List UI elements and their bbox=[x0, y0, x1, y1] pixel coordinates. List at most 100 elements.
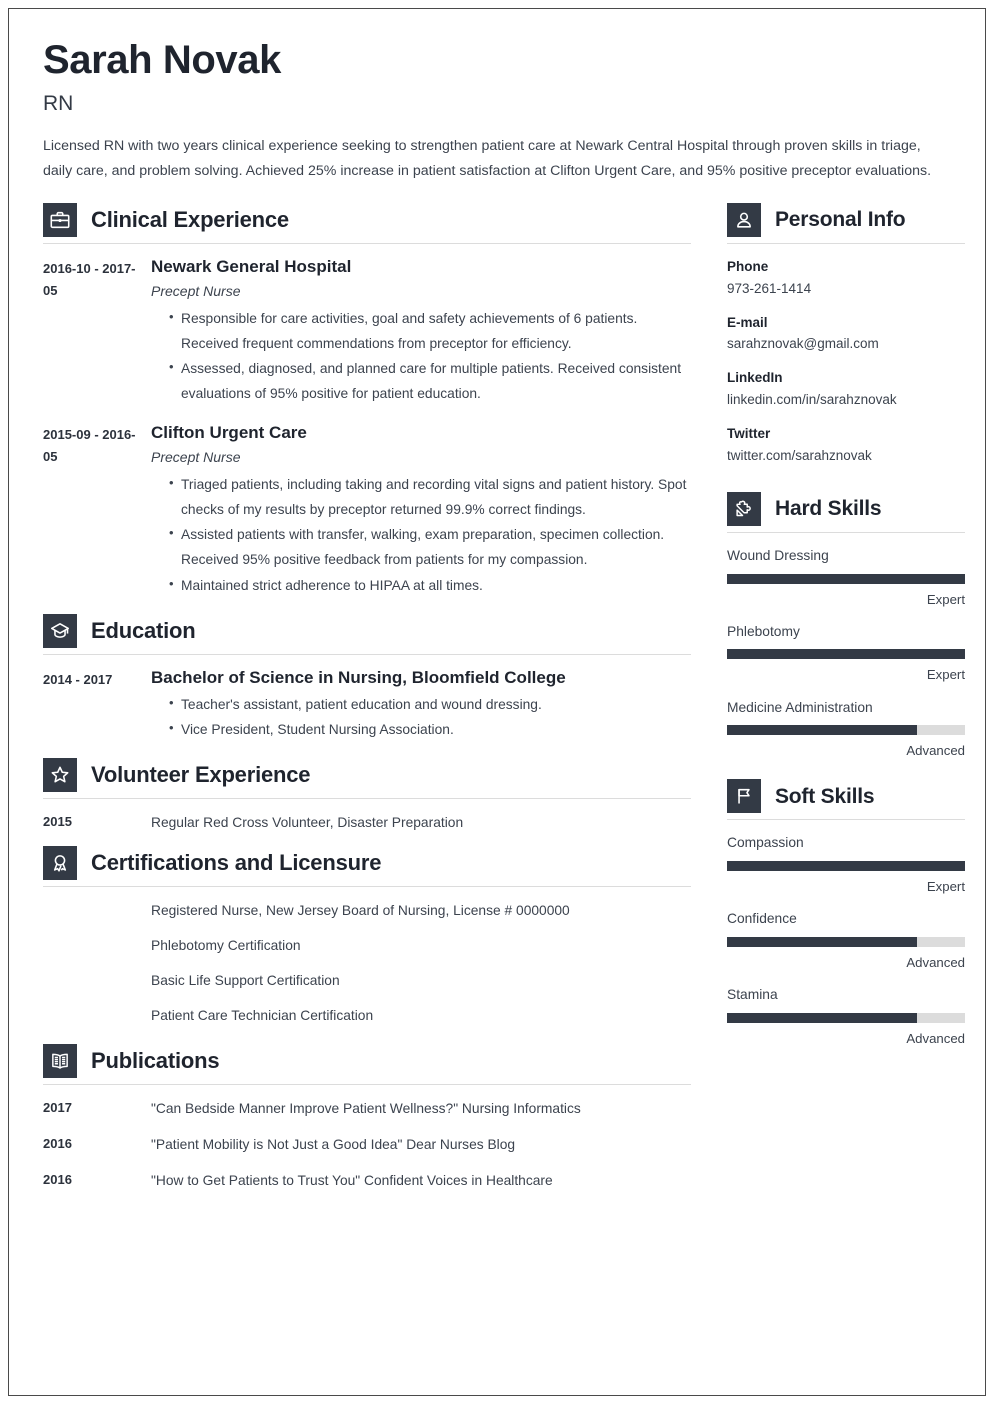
puzzle-piece-icon bbox=[727, 491, 761, 526]
award-ribbon-icon bbox=[43, 846, 77, 881]
entry-text: Registered Nurse, New Jersey Board of Nu… bbox=[151, 903, 570, 919]
skill-bar-track bbox=[727, 725, 965, 736]
entry-date: 2016 bbox=[43, 1171, 72, 1187]
entry-date bbox=[43, 899, 143, 923]
resume-page: Sarah Novak RN Licensed RN with two year… bbox=[8, 8, 986, 1396]
entry-text: Patient Care Technician Certification bbox=[151, 1007, 374, 1023]
open-book-icon bbox=[43, 1044, 77, 1079]
entry-date bbox=[43, 969, 143, 993]
list-item: Maintained strict adherence to HIPAA at … bbox=[169, 571, 691, 598]
section-education: Education 2014 - 2017 Bachelor of Scienc… bbox=[43, 613, 691, 742]
professional-summary: Licensed RN with two years clinical expe… bbox=[43, 138, 932, 180]
info-label: E-mail bbox=[727, 314, 768, 330]
section-title: Education bbox=[91, 617, 196, 643]
entry-text: "Patient Mobility is Not Just a Good Ide… bbox=[151, 1137, 516, 1153]
info-value: 973-261-1414 bbox=[727, 280, 812, 296]
skill-item: Phlebotomy Expert bbox=[727, 622, 965, 684]
entry-organization: Newark General Hospital bbox=[151, 256, 352, 276]
resume-header: Sarah Novak RN Licensed RN with two year… bbox=[9, 9, 985, 185]
section-title: Certifications and Licensure bbox=[91, 850, 382, 876]
skill-name: Phlebotomy bbox=[727, 623, 800, 639]
experience-entry: 2015-09 - 2016-05 Clifton Urgent Care Pr… bbox=[43, 422, 691, 597]
skill-bar-track bbox=[727, 1012, 965, 1023]
section-title: Volunteer Experience bbox=[91, 761, 311, 787]
entry-text: "Can Bedside Manner Improve Patient Well… bbox=[151, 1101, 581, 1117]
entry-organization: Clifton Urgent Care bbox=[151, 423, 307, 443]
skill-name: Wound Dressing bbox=[727, 547, 829, 563]
entry-role: Precept Nurse bbox=[151, 282, 241, 299]
skill-bar-track bbox=[727, 573, 965, 584]
person-icon bbox=[727, 202, 761, 237]
section-divider bbox=[727, 819, 965, 821]
skill-bar-fill bbox=[727, 861, 965, 872]
skill-level: Advanced bbox=[906, 954, 965, 970]
entry-text: Regular Red Cross Volunteer, Disaster Pr… bbox=[151, 814, 464, 830]
entry-date bbox=[43, 1004, 143, 1028]
skill-bar-fill bbox=[727, 573, 965, 584]
publication-entry: 2016 "Patient Mobility is Not Just a Goo… bbox=[43, 1133, 691, 1157]
skill-bar-fill bbox=[727, 649, 965, 660]
briefcase-icon bbox=[43, 202, 77, 237]
info-value[interactable]: sarahznovak@gmail.com bbox=[727, 333, 965, 355]
section-divider bbox=[727, 531, 965, 533]
list-item: Assessed, diagnosed, and planned care fo… bbox=[169, 355, 691, 406]
skill-bar-fill bbox=[727, 1012, 918, 1023]
skill-level: Advanced bbox=[906, 743, 965, 759]
info-item-phone: Phone 973-261-1414 bbox=[727, 257, 965, 300]
flag-icon bbox=[727, 779, 761, 814]
info-item-linkedin: LinkedIn linkedin.com/in/sarahznovak bbox=[727, 368, 965, 411]
section-soft-skills: Soft Skills Compassion Expert Confidence… bbox=[727, 779, 965, 1047]
skill-bar-fill bbox=[727, 725, 918, 736]
entry-bullets: Responsible for care activities, goal an… bbox=[151, 305, 691, 406]
star-icon bbox=[43, 757, 77, 792]
info-value[interactable]: twitter.com/sarahznovak bbox=[727, 445, 965, 467]
list-item: Vice President, Student Nursing Associat… bbox=[169, 716, 691, 742]
job-title: RN bbox=[43, 92, 74, 115]
entry-degree: Bachelor of Science in Nursing, Bloomfie… bbox=[151, 667, 566, 687]
skill-level: Expert bbox=[926, 667, 965, 683]
skill-item: Compassion Expert bbox=[727, 833, 965, 895]
list-item: Assisted patients with transfer, walking… bbox=[169, 521, 691, 572]
section-title: Hard Skills bbox=[775, 497, 882, 521]
info-item-twitter: Twitter twitter.com/sarahznovak bbox=[727, 424, 965, 467]
entry-date: 2016 bbox=[43, 1136, 72, 1152]
section-title: Publications bbox=[91, 1048, 220, 1074]
section-title: Soft Skills bbox=[775, 784, 875, 808]
entry-text: "How to Get Patients to Trust You" Confi… bbox=[151, 1172, 553, 1188]
list-item: Responsible for care activities, goal an… bbox=[169, 305, 691, 356]
section-title: Clinical Experience bbox=[91, 206, 289, 232]
education-entry: 2014 - 2017 Bachelor of Science in Nursi… bbox=[43, 667, 691, 742]
page-title: Sarah Novak bbox=[43, 38, 281, 82]
main-column: Clinical Experience 2016-10 - 2017-05 Ne… bbox=[43, 202, 691, 1205]
section-certifications: Certifications and Licensure Registered … bbox=[43, 846, 691, 1027]
skill-name: Compassion bbox=[727, 835, 804, 851]
experience-entry: 2016-10 - 2017-05 Newark General Hospita… bbox=[43, 256, 691, 406]
skill-bar-track bbox=[727, 861, 965, 872]
entry-date: 2014 - 2017 bbox=[43, 671, 113, 687]
skill-item: Wound Dressing Expert bbox=[727, 546, 965, 608]
section-personal-info: Personal Info Phone 973-261-1414 E-mail … bbox=[727, 202, 965, 467]
skill-name: Confidence bbox=[727, 911, 797, 927]
certification-entry: Registered Nurse, New Jersey Board of Nu… bbox=[43, 899, 691, 923]
skill-item: Medicine Administration Advanced bbox=[727, 698, 965, 760]
graduation-cap-icon bbox=[43, 613, 77, 648]
entry-bullets: Triaged patients, including taking and r… bbox=[151, 471, 691, 598]
entry-date: 2016-10 - 2017-05 bbox=[43, 260, 136, 299]
entry-date: 2015-09 - 2016-05 bbox=[43, 427, 136, 465]
info-value[interactable]: linkedin.com/in/sarahznovak bbox=[727, 389, 965, 411]
certification-entry: Patient Care Technician Certification bbox=[43, 1004, 691, 1028]
skill-bar-track bbox=[727, 936, 965, 947]
skill-level: Expert bbox=[926, 591, 965, 607]
info-label: Twitter bbox=[727, 426, 771, 442]
section-divider bbox=[43, 886, 691, 888]
section-title: Personal Info bbox=[775, 208, 906, 232]
skill-bar-fill bbox=[727, 936, 918, 947]
section-divider bbox=[43, 797, 691, 799]
entry-date bbox=[43, 934, 143, 958]
section-divider bbox=[43, 1084, 691, 1086]
section-clinical-experience: Clinical Experience 2016-10 - 2017-05 Ne… bbox=[43, 202, 691, 598]
publication-entry: 2017 "Can Bedside Manner Improve Patient… bbox=[43, 1097, 691, 1121]
section-publications: Publications 2017 "Can Bedside Manner Im… bbox=[43, 1044, 691, 1192]
section-divider bbox=[43, 653, 691, 655]
skill-level: Expert bbox=[926, 879, 965, 895]
